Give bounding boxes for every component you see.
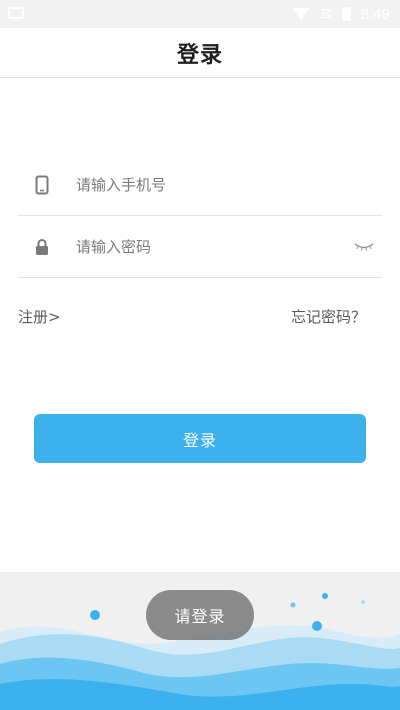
title-bar: 登录 bbox=[0, 28, 400, 78]
status-icons: ⊠ 8:49 bbox=[292, 4, 390, 24]
notification-icon bbox=[8, 7, 24, 19]
lock-icon bbox=[18, 238, 66, 256]
forgot-password-link[interactable]: 忘记密码？ bbox=[291, 306, 366, 327]
phone-icon bbox=[18, 175, 66, 195]
phone-input[interactable] bbox=[66, 164, 382, 205]
battery-icon bbox=[341, 7, 351, 21]
page-title: 登录 bbox=[176, 42, 223, 68]
login-button[interactable]: 登录 bbox=[34, 414, 366, 463]
status-time: 8:49 bbox=[360, 5, 390, 23]
eye-closed-icon[interactable] bbox=[346, 232, 382, 262]
no-signal-icon: ⊠ bbox=[320, 6, 332, 22]
password-field-row bbox=[18, 216, 382, 278]
status-bar: ⊠ 8:49 bbox=[0, 0, 400, 28]
toast-message: 请登录 bbox=[146, 590, 254, 640]
password-input[interactable] bbox=[66, 226, 346, 267]
register-link[interactable]: 注册> bbox=[18, 306, 61, 327]
phone-field-row bbox=[18, 154, 382, 216]
wifi-icon bbox=[292, 8, 311, 20]
